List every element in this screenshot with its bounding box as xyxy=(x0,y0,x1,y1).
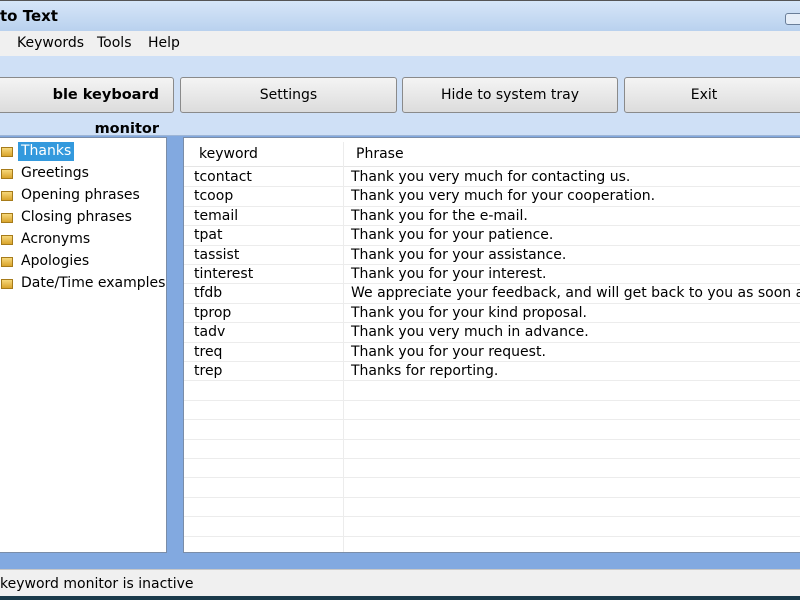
keyword-cell: tassist xyxy=(194,246,240,263)
tree-item-label: Date/Time examples xyxy=(21,275,166,291)
tree-item-label: Thanks xyxy=(18,142,75,161)
phrase-cell: Thank you for your patience. xyxy=(351,227,554,244)
table-row[interactable]: tinterest Thank you for your interest. xyxy=(184,265,800,285)
phrase-cell: Thank you for your assistance. xyxy=(351,246,567,263)
phrase-cell: Thank you very much for contacting us. xyxy=(351,169,631,185)
phrase-cell: Thank you very much for your cooperation… xyxy=(351,188,656,205)
keyword-cell: treq xyxy=(194,343,223,360)
status-text: keyword monitor is inactive xyxy=(0,576,194,592)
table-row[interactable] xyxy=(184,401,800,421)
folder-icon xyxy=(1,169,13,179)
folder-icon xyxy=(1,147,13,157)
folder-icon xyxy=(1,279,13,289)
hide-to-tray-button[interactable]: Hide to system tray xyxy=(402,77,618,113)
phrase-cell: We appreciate your feedback, and will ge… xyxy=(351,285,800,302)
keyword-cell: tprop xyxy=(194,304,232,321)
table-header: keyword Phrase xyxy=(184,142,800,167)
table-row[interactable] xyxy=(184,440,800,459)
header-phrase[interactable]: Phrase xyxy=(356,146,404,162)
folder-icon xyxy=(1,257,13,267)
table-row[interactable]: treq Thank you for your request. xyxy=(184,343,800,362)
table-row[interactable] xyxy=(184,517,800,537)
table-row[interactable]: tcoop Thank you very much for your cooper… xyxy=(184,187,800,207)
menu-keywords[interactable]: Keywords xyxy=(17,35,84,51)
phrase-cell: Thank you for the e-mail. xyxy=(351,207,528,224)
phrase-cell: Thank you for your kind proposal. xyxy=(351,304,588,321)
menu-tools[interactable]: Tools xyxy=(97,35,132,51)
title-bar: to Text xyxy=(0,0,800,31)
settings-button[interactable]: Settings xyxy=(180,77,397,113)
toolbar: ble keyboard monitor Settings Hide to sy… xyxy=(0,56,800,137)
table-row[interactable]: temail Thank you for the e-mail. xyxy=(184,207,800,227)
enable-keyboard-monitor-button[interactable]: ble keyboard monitor xyxy=(0,77,174,137)
phrase-cell: Thanks for reporting. xyxy=(351,363,499,379)
tree-item-label: Opening phrases xyxy=(21,187,140,203)
tree-item-label: Acronyms xyxy=(21,231,91,247)
tree-item-label: Apologies xyxy=(21,253,90,269)
minimize-button[interactable] xyxy=(785,13,800,25)
menu-help[interactable]: Help xyxy=(148,35,180,51)
table-row[interactable] xyxy=(184,498,800,518)
keyword-table[interactable]: keyword Phrase tcontact Thank you very mu… xyxy=(183,137,800,553)
table-row[interactable] xyxy=(184,459,800,479)
keyword-cell: tcoop xyxy=(194,188,234,205)
window-border xyxy=(0,596,800,600)
keyword-cell: trep xyxy=(194,363,223,379)
table-row[interactable]: trep Thanks for reporting. xyxy=(184,362,800,382)
keyword-cell: tfdb xyxy=(194,285,223,302)
exit-button[interactable]: Exit xyxy=(624,77,800,113)
table-row[interactable]: tadv Thank you very much in advance. xyxy=(184,323,800,343)
phrase-cell: Thank you for your interest. xyxy=(351,266,547,282)
table-row[interactable]: tfdb We appreciate your feedback, and wil… xyxy=(184,284,800,304)
keyword-cell: tpat xyxy=(194,227,223,244)
keyword-cell: tcontact xyxy=(194,169,252,185)
phrase-cell: Thank you for your request. xyxy=(351,343,546,360)
table-row[interactable] xyxy=(184,537,800,552)
tree-item-label: Greetings xyxy=(21,165,89,181)
folder-icon xyxy=(1,191,13,201)
table-row[interactable] xyxy=(184,420,800,440)
folder-icon xyxy=(1,235,13,245)
table-row[interactable]: tassist Thank you for your assistance. xyxy=(184,246,800,265)
table-row[interactable] xyxy=(184,478,800,498)
table-row[interactable]: tprop Thank you for your kind proposal. xyxy=(184,304,800,324)
table-row[interactable] xyxy=(184,381,800,401)
category-tree[interactable]: Thanks Greetings Opening phrases Closing ph… xyxy=(0,137,167,553)
tree-item-label: Closing phrases xyxy=(21,209,132,225)
table-row[interactable]: tcontact Thank you very much for contacti… xyxy=(184,168,800,188)
menu-bar: Keywords Tools Help xyxy=(0,31,800,56)
keyword-cell: tadv xyxy=(194,324,226,341)
keyword-cell: tinterest xyxy=(194,266,254,282)
header-keyword[interactable]: keyword xyxy=(199,146,258,162)
table-row[interactable]: tpat Thank you for your patience. xyxy=(184,226,800,246)
keyword-cell: temail xyxy=(194,207,239,224)
phrase-cell: Thank you very much in advance. xyxy=(351,324,589,341)
folder-icon xyxy=(1,213,13,223)
window-title: to Text xyxy=(0,7,58,25)
